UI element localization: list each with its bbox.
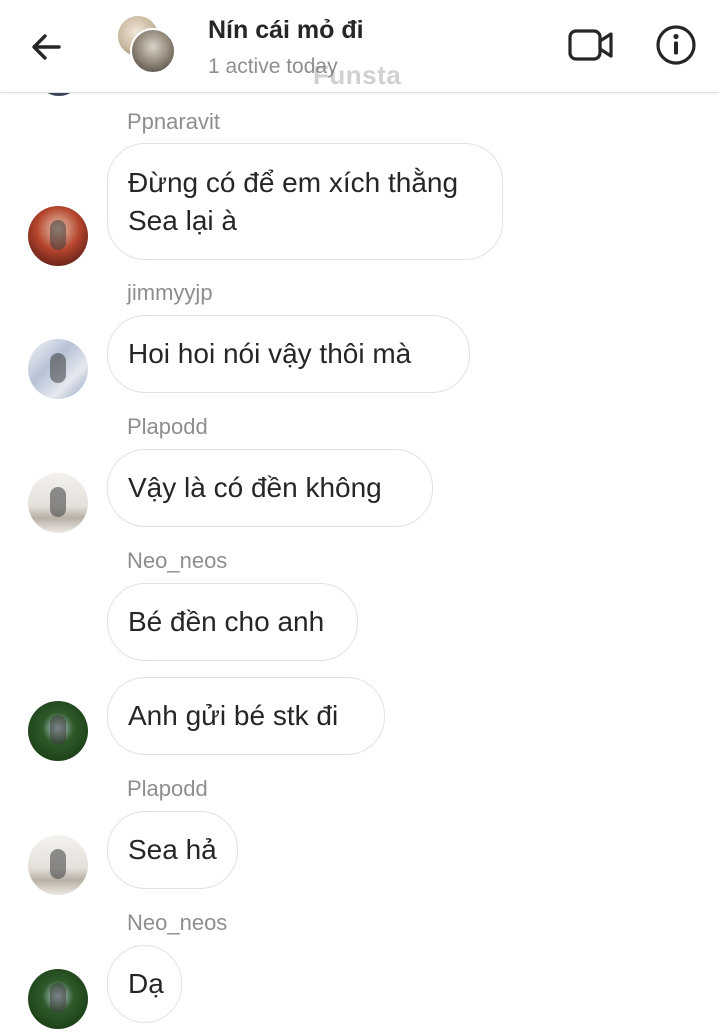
sender-name: Neo_neos (127, 548, 228, 573)
message-text: Bé đền cho anh (128, 606, 325, 637)
avatar-neo-neos[interactable] (28, 701, 88, 761)
group-avatar[interactable] (116, 14, 178, 76)
sender-name: Plapodd (127, 414, 208, 439)
video-camera-icon[interactable] (567, 26, 615, 64)
group-avatar-front (130, 28, 176, 74)
message-bubble[interactable]: Dạ (107, 945, 182, 1023)
message-bubble[interactable]: Hoi hoi nói vậy thôi mà (107, 315, 470, 393)
avatar-plapodd[interactable] (28, 473, 88, 533)
chat-header: Nín cái mỏ đi 1 active today Funsta (0, 0, 719, 93)
avatar-neo-neos[interactable] (28, 969, 88, 1029)
message-bubble[interactable]: Anh gửi bé stk đi (107, 677, 385, 755)
sender-name: Ppnaravit (127, 109, 220, 134)
message-bubble[interactable]: Vậy là có đền không (107, 449, 433, 527)
chat-title[interactable]: Nín cái mỏ đi (208, 16, 364, 45)
avatar-jimmyyjp[interactable] (28, 339, 88, 399)
message-text: Vậy là có đền không (128, 472, 382, 503)
avatar-ppnaravit[interactable] (28, 206, 88, 266)
sender-name: Neo_neos (127, 910, 228, 935)
message-text: Sea hả (128, 834, 217, 865)
back-arrow-icon[interactable] (26, 27, 66, 67)
message-bubble[interactable]: Sea hả (107, 811, 238, 889)
info-circle-icon[interactable] (655, 24, 697, 66)
sender-name: jimmyyjp (127, 280, 213, 305)
avatar-plapodd[interactable] (28, 835, 88, 895)
message-text: Anh gửi bé stk đi (128, 700, 339, 731)
sender-name: Plapodd (127, 776, 208, 801)
message-text: Đừng có để em xích thằng Sea lại à (128, 166, 459, 236)
message-text: Hoi hoi nói vậy thôi mà (128, 338, 412, 369)
watermark: Funsta (313, 60, 402, 90)
message-bubble[interactable]: Đừng có để em xích thằng Sea lại à (107, 143, 503, 260)
message-bubble[interactable]: Bé đền cho anh (107, 583, 358, 661)
message-text: Dạ (128, 968, 164, 999)
